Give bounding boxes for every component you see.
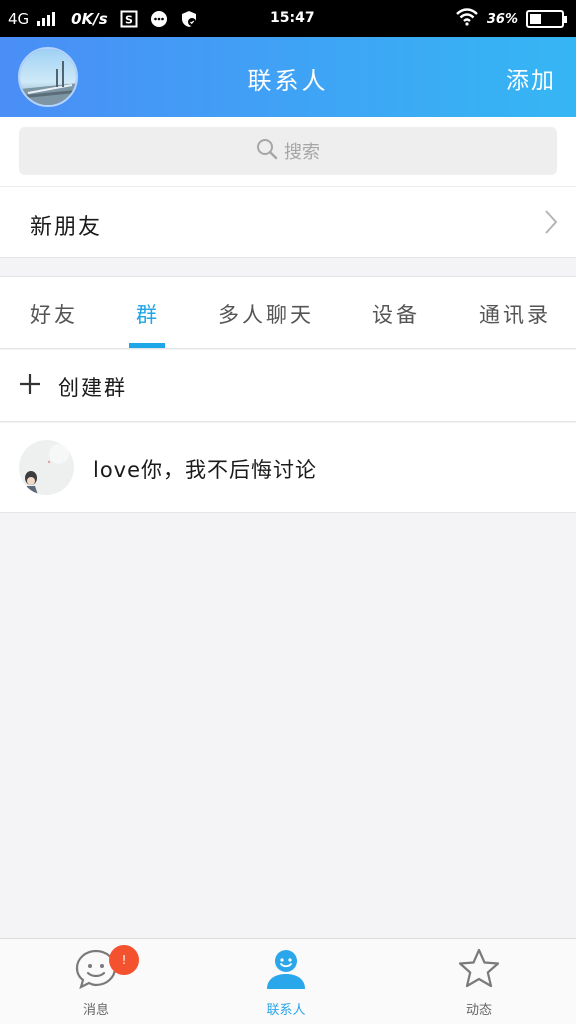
- new-friend-label: 新朋友: [30, 215, 103, 240]
- bottom-nav: ! 消息 联系人 动态: [0, 938, 576, 1024]
- tab-friends[interactable]: 好友: [30, 299, 78, 329]
- search-section: 搜索: [0, 117, 576, 186]
- tab-devices[interactable]: 设备: [372, 299, 420, 329]
- search-icon: [256, 138, 278, 165]
- plus-icon: [18, 372, 42, 400]
- nav-label-contacts: 联系人: [266, 1003, 306, 1018]
- tab-groups[interactable]: 群: [136, 299, 160, 329]
- page-title: 联系人: [247, 67, 329, 95]
- wifi-icon: [455, 8, 479, 30]
- tab-address-book[interactable]: 通讯录: [479, 299, 551, 329]
- create-group-label: 创建群: [58, 376, 127, 400]
- group-name: love你，我不后悔讨论: [93, 458, 318, 482]
- status-left: 4G 0K/s S: [0, 10, 198, 28]
- nav-messages[interactable]: ! 消息: [51, 945, 141, 1023]
- signal-icon: [37, 11, 56, 26]
- nav-label-moments: 动态: [465, 1003, 492, 1018]
- search-input[interactable]: 搜索: [19, 127, 557, 175]
- nav-label-messages: 消息: [82, 1003, 109, 1018]
- tab-indicator: [129, 343, 165, 348]
- chat-notification-icon: [150, 10, 168, 28]
- contact-tabs: 好友 群 多人聊天 设备 通讯录: [0, 276, 576, 349]
- network-type: 4G: [8, 9, 30, 28]
- security-icon: [180, 10, 198, 28]
- battery-percent: 36%: [486, 11, 518, 27]
- nav-contacts[interactable]: 联系人: [241, 947, 331, 1023]
- network-speed: 0K/s: [71, 9, 108, 28]
- tab-multi-chat[interactable]: 多人聊天: [218, 299, 314, 329]
- create-group-row[interactable]: 创建群: [0, 350, 576, 422]
- star-icon: [434, 947, 524, 995]
- battery-icon: [526, 10, 567, 28]
- add-button[interactable]: 添加: [506, 61, 556, 95]
- chevron-right-icon: [544, 209, 558, 239]
- battery-fill: [530, 14, 541, 24]
- svg-text:S: S: [125, 13, 133, 26]
- contact-icon: [241, 947, 331, 995]
- nav-moments[interactable]: 动态: [434, 947, 524, 1023]
- new-friend-row[interactable]: 新朋友: [0, 186, 576, 258]
- status-right: 36%: [455, 8, 567, 30]
- clock: 15:47: [270, 10, 315, 26]
- screenshot-icon: S: [120, 10, 138, 28]
- notification-badge: !: [109, 945, 139, 975]
- list-item[interactable]: love你，我不后悔讨论: [0, 423, 576, 513]
- app-header: 联系人 添加: [0, 37, 576, 117]
- group-avatar: [19, 440, 74, 495]
- status-bar: 4G 0K/s S 15:47 36%: [0, 0, 576, 37]
- search-placeholder: 搜索: [284, 142, 320, 163]
